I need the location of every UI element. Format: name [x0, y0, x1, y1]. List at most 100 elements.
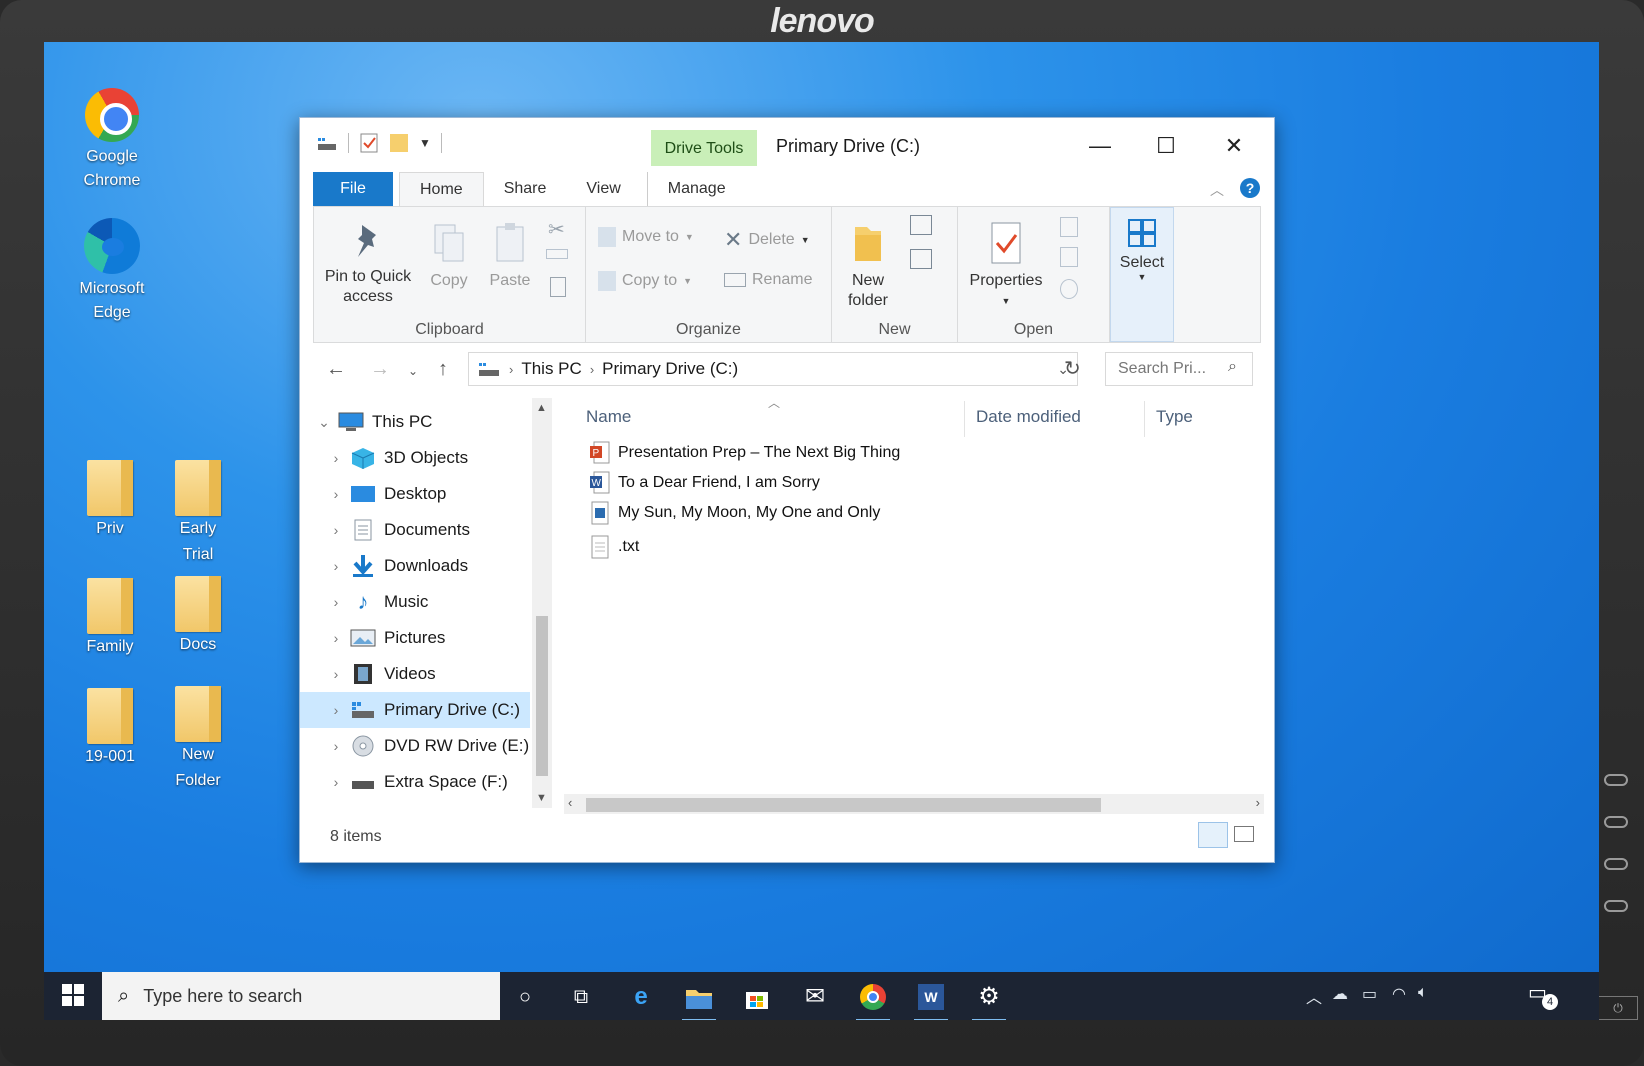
column-header-name[interactable]: Name [586, 407, 631, 427]
desktop-folder-new-folder[interactable]: New Folder [150, 686, 246, 794]
desktop-folder-docs[interactable]: Docs [150, 576, 246, 658]
refresh-icon[interactable]: ↻ [1064, 356, 1081, 381]
new-folder-button[interactable]: New folder [838, 221, 898, 311]
column-divider[interactable] [1144, 401, 1145, 437]
navigation-scrollbar[interactable]: ▲ ▼ [532, 398, 552, 808]
tab-file[interactable]: File [313, 172, 393, 206]
desktop-folder-19-001[interactable]: 19-001 [62, 688, 158, 770]
expand-chevron-icon[interactable]: › [322, 630, 350, 646]
file-explorer-taskbar-icon[interactable] [676, 980, 722, 1020]
pin-to-quick-access-button[interactable]: Pin to Quick access [318, 221, 418, 307]
file-row[interactable]: .txt [590, 532, 639, 562]
maximize-button[interactable]: ☐ [1136, 128, 1196, 164]
rename-button[interactable]: Rename [724, 271, 812, 289]
history-icon[interactable] [1060, 279, 1078, 299]
column-divider[interactable] [964, 401, 965, 437]
desktop-folder-family[interactable]: Family [62, 578, 158, 660]
file-row[interactable]: P Presentation Prep – The Next Big Thing [590, 438, 900, 468]
large-icons-view-icon[interactable] [1234, 826, 1254, 842]
tab-home[interactable]: Home [399, 172, 484, 206]
expand-chevron-icon[interactable]: › [322, 666, 350, 682]
copy-path-icon[interactable] [546, 249, 568, 259]
paste-shortcut-icon[interactable] [550, 277, 566, 297]
nav-item-videos[interactable]: › Videos [300, 656, 530, 692]
forward-button[interactable]: → [370, 358, 390, 381]
scroll-up-icon[interactable]: ▲ [536, 402, 547, 414]
nav-item-extra-space[interactable]: › Extra Space (F:) [300, 764, 530, 800]
scroll-left-icon[interactable]: ‹ [568, 795, 572, 810]
properties-button[interactable]: Properties ▼ [964, 221, 1048, 311]
nav-item-downloads[interactable]: › Downloads [300, 548, 530, 584]
expand-chevron-icon[interactable]: › [322, 594, 350, 610]
edge-taskbar-icon[interactable]: e [618, 980, 664, 1016]
collapse-chevron-icon[interactable]: ⌄ [310, 414, 338, 431]
properties-icon[interactable] [359, 132, 379, 154]
column-header-date-modified[interactable]: Date modified [976, 407, 1081, 427]
column-header-type[interactable]: Type [1156, 407, 1193, 427]
cut-icon[interactable]: ✂ [548, 217, 565, 242]
nav-item-pictures[interactable]: › Pictures [300, 620, 530, 656]
nav-item-primary-drive[interactable]: › Primary Drive (C:) [300, 692, 530, 728]
mail-taskbar-icon[interactable]: ✉ [792, 980, 838, 1016]
copy-button[interactable]: Copy [424, 221, 474, 291]
desktop-icon-google-chrome[interactable]: Google Chrome [64, 88, 160, 194]
nav-item-desktop[interactable]: › Desktop [300, 476, 530, 512]
new-folder-icon[interactable] [389, 132, 409, 154]
expand-chevron-icon[interactable]: › [322, 450, 350, 466]
settings-taskbar-icon[interactable]: ⚙ [966, 980, 1012, 1020]
expand-chevron-icon[interactable]: › [322, 558, 350, 574]
file-row[interactable]: My Sun, My Moon, My One and Only [590, 498, 880, 528]
close-button[interactable]: ✕ [1204, 128, 1264, 164]
taskbar-search-box[interactable]: ⌕ Type here to search [102, 972, 500, 1020]
select-button[interactable]: Select ▼ [1110, 207, 1174, 342]
expand-chevron-icon[interactable]: › [322, 702, 350, 718]
nav-item-this-pc[interactable]: ⌄ This PC [300, 404, 530, 440]
tab-share[interactable]: Share [484, 172, 567, 206]
minimize-button[interactable]: — [1070, 128, 1130, 164]
nav-item-documents[interactable]: › Documents [300, 512, 530, 548]
scrollbar-thumb[interactable] [536, 616, 548, 776]
drive-icon[interactable] [316, 134, 338, 152]
breadcrumb-primary-drive[interactable]: Primary Drive (C:) [602, 359, 738, 379]
collapse-ribbon-icon[interactable]: ︿ [1210, 180, 1224, 200]
tab-view[interactable]: View [566, 172, 640, 206]
back-button[interactable]: ← [326, 358, 346, 381]
chrome-taskbar-icon[interactable] [850, 980, 896, 1020]
copy-to-button[interactable]: Copy to ▼ [598, 271, 692, 291]
onedrive-icon[interactable]: ☁ [1332, 984, 1348, 1004]
file-list-horizontal-scrollbar[interactable]: ‹ › [564, 794, 1264, 814]
desktop-folder-priv[interactable]: Priv [62, 460, 158, 542]
up-button[interactable]: ↑ [438, 358, 448, 381]
edit-icon[interactable] [1060, 247, 1078, 267]
expand-chevron-icon[interactable]: › [322, 486, 350, 502]
nav-item-music[interactable]: › ♪ Music [300, 584, 530, 620]
store-taskbar-icon[interactable] [734, 980, 780, 1016]
help-icon[interactable]: ? [1240, 178, 1260, 198]
delete-button[interactable]: ✕ Delete ▼ [724, 227, 810, 253]
word-taskbar-icon[interactable]: W [908, 980, 954, 1020]
details-view-icon[interactable] [1198, 822, 1228, 848]
customize-toolbar-icon[interactable]: ▼ [419, 136, 431, 150]
expand-chevron-icon[interactable]: › [322, 522, 350, 538]
start-button[interactable] [50, 978, 96, 1014]
open-icon[interactable] [1060, 217, 1078, 237]
task-view-icon[interactable]: ⧉ [558, 980, 604, 1016]
nav-item-dvd-rw-drive[interactable]: › DVD RW Drive (E:) [300, 728, 530, 764]
new-item-icon[interactable] [910, 215, 932, 235]
tab-manage[interactable]: Manage [646, 172, 746, 206]
desktop-icon-microsoft-edge[interactable]: Microsoft Edge [64, 218, 160, 326]
file-row[interactable]: W To a Dear Friend, I am Sorry [590, 468, 820, 498]
desktop-folder-early-trial[interactable]: Early Trial [150, 460, 246, 568]
battery-icon[interactable]: ▭ [1362, 984, 1377, 1004]
scroll-right-icon[interactable]: › [1256, 795, 1260, 810]
nav-item-3d-objects[interactable]: › 3D Objects [300, 440, 530, 476]
volume-icon[interactable]: 🔈︎ [1418, 984, 1428, 1002]
easy-access-icon[interactable] [910, 249, 932, 269]
cortana-icon[interactable]: ○ [502, 980, 548, 1016]
network-icon[interactable]: ◠ [1392, 984, 1406, 1004]
expand-chevron-icon[interactable]: › [322, 774, 350, 790]
recent-locations-icon[interactable]: ⌄ [408, 364, 418, 378]
move-to-button[interactable]: Move to ▼ [598, 227, 694, 247]
scrollbar-thumb[interactable] [586, 798, 1101, 812]
show-hidden-icons-icon[interactable]: ︿ [1306, 984, 1322, 1008]
